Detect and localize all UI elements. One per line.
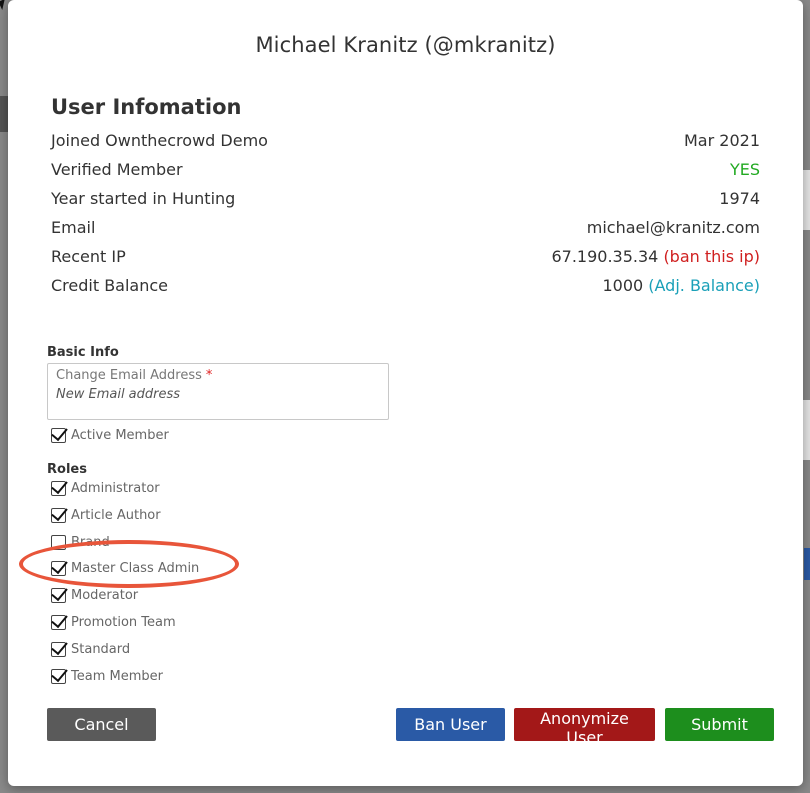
- role-label: Master Class Admin: [71, 560, 200, 576]
- info-value-group: 67.190.35.34 (ban this ip): [551, 247, 760, 266]
- info-value: Mar 2021: [684, 131, 760, 150]
- info-value-group: 1000 (Adj. Balance): [602, 276, 760, 295]
- info-row-recent-ip: Recent IP 67.190.35.34 (ban this ip): [51, 242, 760, 271]
- info-label: Verified Member: [51, 160, 183, 179]
- ban-user-button[interactable]: Ban User: [396, 708, 505, 741]
- user-info-heading: User Infomation: [51, 95, 242, 119]
- role-master-class-admin[interactable]: Master Class Admin: [51, 557, 199, 579]
- info-value: michael@kranitz.com: [586, 218, 760, 237]
- role-label: Promotion Team: [71, 614, 176, 630]
- role-checkbox[interactable]: [51, 587, 66, 603]
- role-checkbox[interactable]: [51, 668, 66, 684]
- credit-balance-value: 1000: [602, 276, 644, 295]
- new-email-input[interactable]: [56, 387, 376, 402]
- info-row-email: Email michael@kranitz.com: [51, 213, 760, 242]
- info-label: Year started in Hunting: [51, 189, 236, 208]
- role-checkbox[interactable]: [51, 614, 66, 630]
- background-page-button: [804, 548, 810, 580]
- info-row-credit-balance: Credit Balance 1000 (Adj. Balance): [51, 271, 760, 300]
- change-email-label: Change Email Address *: [56, 368, 380, 383]
- basic-info-heading: Basic Info: [47, 345, 119, 360]
- role-checkbox[interactable]: [51, 480, 66, 496]
- role-moderator[interactable]: Moderator: [51, 584, 138, 606]
- background-page-panel: [803, 400, 810, 460]
- edit-user-modal: Michael Kranitz (@mkranitz) User Infomat…: [8, 0, 803, 786]
- role-promotion-team[interactable]: Promotion Team: [51, 611, 176, 633]
- recent-ip-value: 67.190.35.34: [551, 247, 659, 266]
- role-checkbox[interactable]: [51, 560, 66, 576]
- role-label: Article Author: [71, 507, 161, 523]
- role-label: Brand: [71, 534, 110, 550]
- cancel-button[interactable]: Cancel: [47, 708, 156, 741]
- adjust-balance-link[interactable]: (Adj. Balance): [648, 276, 760, 295]
- info-label: Joined Ownthecrowd Demo: [51, 131, 268, 150]
- role-administrator[interactable]: Administrator: [51, 477, 160, 499]
- info-label: Credit Balance: [51, 276, 169, 295]
- role-label: Standard: [71, 641, 131, 657]
- info-label: Email: [51, 218, 96, 237]
- verified-status: YES: [729, 160, 760, 179]
- role-label: Moderator: [71, 587, 139, 603]
- ban-ip-link[interactable]: (ban this ip): [663, 247, 760, 266]
- role-brand[interactable]: Brand: [51, 531, 110, 553]
- background-page-panel: [803, 170, 810, 230]
- role-checkbox[interactable]: [51, 534, 66, 550]
- role-checkbox[interactable]: [51, 641, 66, 657]
- role-team-member[interactable]: Team Member: [51, 665, 163, 687]
- anonymize-user-button[interactable]: Anonymize User: [514, 708, 655, 747]
- info-row-joined: Joined Ownthecrowd Demo Mar 2021: [51, 126, 760, 155]
- role-article-author[interactable]: Article Author: [51, 504, 161, 526]
- required-mark: *: [205, 368, 213, 383]
- roles-heading: Roles: [47, 462, 87, 477]
- active-member-label: Active Member: [71, 427, 169, 443]
- role-label: Team Member: [71, 668, 163, 684]
- info-row-verified: Verified Member YES: [51, 155, 760, 184]
- info-value: 1974: [719, 189, 760, 208]
- info-row-year-started: Year started in Hunting 1974: [51, 184, 760, 213]
- background-page-strip: [0, 96, 8, 132]
- submit-button[interactable]: Submit: [665, 708, 774, 741]
- info-label: Recent IP: [51, 247, 126, 266]
- change-email-label-text: Change Email Address: [56, 368, 202, 383]
- role-label: Administrator: [71, 480, 160, 496]
- active-member-checkbox-row[interactable]: Active Member: [51, 424, 169, 446]
- role-standard[interactable]: Standard: [51, 638, 130, 660]
- role-checkbox[interactable]: [51, 507, 66, 523]
- active-member-checkbox[interactable]: [51, 427, 66, 443]
- modal-title: Michael Kranitz (@mkranitz): [255, 33, 556, 57]
- change-email-field[interactable]: Change Email Address *: [47, 363, 389, 420]
